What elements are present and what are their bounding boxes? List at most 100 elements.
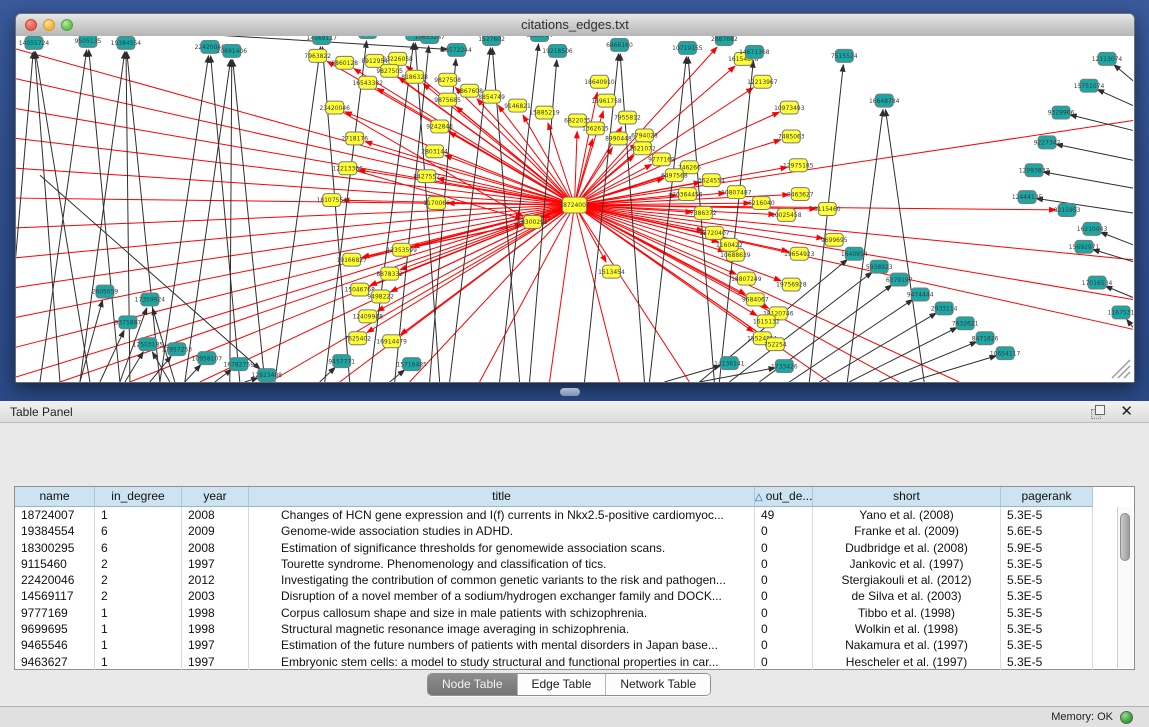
table-cell[interactable]: 2: [95, 556, 182, 572]
network-node[interactable]: 14055724: [19, 36, 50, 49]
network-node[interactable]: 1621072: [629, 142, 656, 155]
network-node[interactable]: 14136141: [714, 357, 745, 370]
network-node[interactable]: 9875685: [434, 93, 461, 106]
panel-divider-handle[interactable]: [560, 388, 580, 396]
network-node[interactable]: 6794028: [631, 129, 658, 142]
network-node[interactable]: 1362615: [582, 122, 609, 135]
network-node[interactable]: 7485063: [778, 130, 805, 143]
table-cell[interactable]: 1: [95, 654, 182, 670]
table-cell[interactable]: 5.3E-5: [1001, 605, 1093, 621]
column-header-pagerank[interactable]: pagerank: [1001, 487, 1093, 507]
table-cell[interactable]: Jankovic et al. (1997): [813, 556, 1001, 572]
network-node[interactable]: 9115460: [814, 203, 841, 216]
network-node[interactable]: 8860128: [331, 56, 358, 69]
column-header-title[interactable]: title: [249, 487, 755, 507]
table-cell[interactable]: Disruption of a novel member of a sodium…: [249, 588, 755, 604]
network-node[interactable]: 9457771: [328, 355, 355, 368]
network-node[interactable]: 9505135: [75, 36, 102, 47]
network-node[interactable]: 9684067: [742, 293, 769, 306]
table-row[interactable]: 911546021997Tourette syndrome. Phenomeno…: [15, 556, 1134, 572]
table-cell[interactable]: Estimation of significance thresholds fo…: [249, 540, 755, 556]
table-header-row[interactable]: namein_degreeyeartitle△out_de...shortpag…: [15, 487, 1134, 507]
table-cell[interactable]: 18300295: [15, 540, 95, 556]
network-node[interactable]: 9375887: [115, 316, 142, 329]
table-cell[interactable]: 9699695: [15, 621, 95, 637]
network-node[interactable]: 17359924: [135, 293, 166, 306]
network-node[interactable]: 8854749: [478, 90, 505, 103]
float-panel-icon[interactable]: [1091, 405, 1105, 418]
network-node[interactable]: 18572244: [441, 43, 472, 56]
table-cell[interactable]: Wolkin et al. (1998): [813, 621, 1001, 637]
table-cell[interactable]: 5.3E-5: [1001, 556, 1093, 572]
network-node[interactable]: 2718176: [341, 132, 368, 145]
table-cell[interactable]: 2012: [182, 572, 249, 588]
network-node[interactable]: 8471626: [972, 332, 999, 345]
table-cell[interactable]: 0: [755, 621, 813, 637]
network-node[interactable]: 12444135: [1012, 191, 1043, 204]
network-node[interactable]: 10653287: [414, 36, 445, 43]
network-node[interactable]: 19654923: [784, 247, 815, 260]
tab-network-table[interactable]: Network Table: [606, 674, 710, 695]
table-cell[interactable]: 9463627: [15, 654, 95, 670]
table-cell[interactable]: 6: [95, 523, 182, 539]
table-cell[interactable]: Stergiakouli et al. (2012): [813, 572, 1001, 588]
network-node[interactable]: 9329966: [1048, 106, 1075, 119]
table-cell[interactable]: 2008: [182, 507, 249, 523]
table-cell[interactable]: Investigating the contribution of common…: [249, 572, 755, 588]
table-cell[interactable]: Corpus callosum shape and size in male p…: [249, 605, 755, 621]
network-node[interactable]: 9699695: [821, 233, 848, 246]
network-graph[interactable]: 1872400718300295796382288601288912954232…: [16, 36, 1134, 382]
network-node[interactable]: 9777169: [648, 153, 675, 166]
table-cell[interactable]: 1: [95, 507, 182, 523]
network-node[interactable]: 19756928: [776, 278, 807, 291]
table-cell[interactable]: 9115460: [15, 556, 95, 572]
network-node[interactable]: 16914479: [376, 335, 407, 348]
table-cell[interactable]: 0: [755, 540, 813, 556]
table-cell[interactable]: 1: [95, 637, 182, 653]
table-cell[interactable]: 1998: [182, 621, 249, 637]
column-header-out_de[interactable]: △out_de...: [755, 487, 813, 507]
network-node[interactable]: 8813054: [526, 36, 553, 41]
network-node[interactable]: 9146821: [504, 99, 531, 112]
table-cell[interactable]: 5.3E-5: [1001, 654, 1093, 670]
network-node[interactable]: 7515524: [831, 49, 858, 62]
table-cell[interactable]: Estimation of the future numbers of pati…: [249, 637, 755, 653]
table-cell[interactable]: 18724007: [15, 507, 95, 523]
network-node[interactable]: 2933114: [931, 302, 958, 315]
table-cell[interactable]: 5.9E-5: [1001, 540, 1093, 556]
network-view-window[interactable]: citations_edges.txt 18724007183002957963…: [15, 13, 1135, 383]
table-cell[interactable]: 0: [755, 637, 813, 653]
table-cell[interactable]: Yano et al. (2008): [813, 507, 1001, 523]
table-cell[interactable]: 0: [755, 523, 813, 539]
table-row[interactable]: 977716911998Corpus callosum shape and si…: [15, 605, 1134, 621]
table-cell[interactable]: Nakamura et al. (1997): [813, 637, 1001, 653]
network-node[interactable]: 7963822: [304, 49, 331, 62]
table-cell[interactable]: 5.3E-5: [1001, 588, 1093, 604]
network-node[interactable]: 15885219: [529, 106, 560, 119]
table-cell[interactable]: 22420046: [15, 572, 95, 588]
network-node[interactable]: 10958107: [192, 352, 223, 365]
scrollbar-thumb[interactable]: [1120, 513, 1130, 561]
network-node[interactable]: 2605059: [92, 285, 119, 298]
table-cell[interactable]: 2008: [182, 540, 249, 556]
table-cell[interactable]: 0: [755, 572, 813, 588]
table-cell[interactable]: 1997: [182, 654, 249, 670]
network-node[interactable]: 12923488: [252, 369, 283, 382]
network-node[interactable]: 9474444: [907, 288, 934, 301]
table-cell[interactable]: 0: [755, 654, 813, 670]
table-cell[interactable]: Tourette syndrome. Phenomenology and cla…: [249, 556, 755, 572]
network-node[interactable]: 1527602: [478, 36, 505, 45]
column-header-name[interactable]: name: [15, 487, 95, 507]
network-node[interactable]: 18724007: [559, 197, 590, 213]
network-node[interactable]: 2803144: [421, 145, 448, 158]
network-node[interactable]: 5938923: [866, 260, 893, 273]
table-cell[interactable]: 2: [95, 572, 182, 588]
network-node[interactable]: 9227342: [1034, 136, 1061, 149]
table-cell[interactable]: Dudbridge et al. (2008): [813, 540, 1001, 556]
table-cell[interactable]: 1997: [182, 556, 249, 572]
table-tabs[interactable]: Node TableEdge TableNetwork Table: [427, 673, 711, 696]
table-cell[interactable]: 2003: [182, 588, 249, 604]
network-node[interactable]: 3624554: [698, 174, 725, 187]
table-cell[interactable]: Franke et al. (2009): [813, 523, 1001, 539]
network-node[interactable]: 14569117: [306, 36, 337, 44]
